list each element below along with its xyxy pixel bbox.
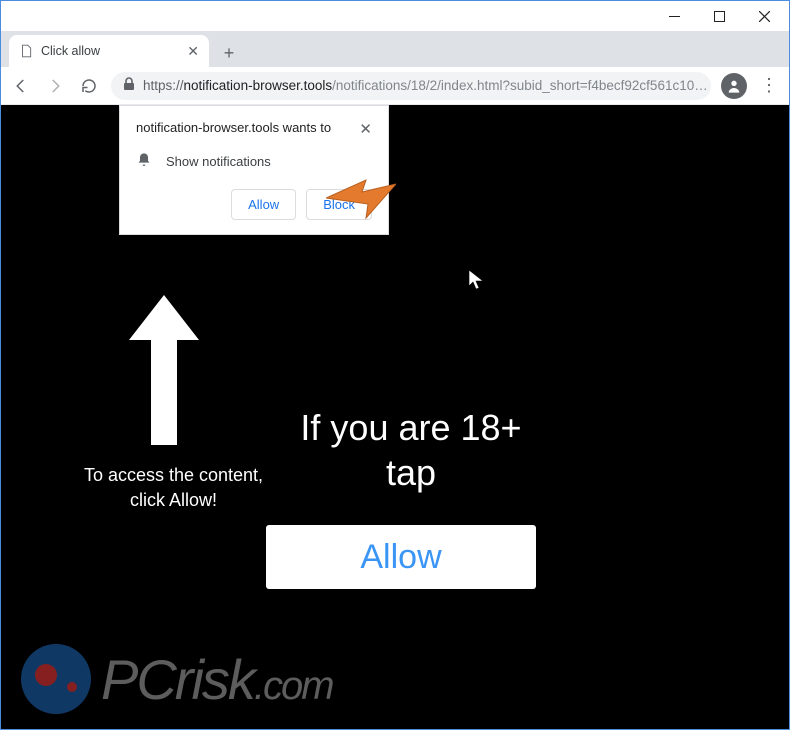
- file-icon: [19, 44, 33, 58]
- headline-line-1: If you are 18+: [300, 407, 521, 448]
- reload-button[interactable]: [77, 74, 101, 98]
- bell-icon: [136, 152, 152, 171]
- minimize-button[interactable]: [652, 2, 697, 30]
- forward-button[interactable]: [43, 74, 67, 98]
- person-icon: [726, 78, 742, 94]
- close-icon: [759, 11, 770, 22]
- url-input[interactable]: https://notification-browser.tools/notif…: [111, 72, 711, 100]
- permission-allow-button[interactable]: Allow: [231, 189, 296, 220]
- permission-item: Show notifications: [136, 152, 372, 171]
- browser-window: Click allow ✕ + https://notification-bro…: [0, 0, 790, 730]
- up-arrow-icon: [129, 295, 199, 445]
- new-tab-button[interactable]: +: [215, 39, 243, 67]
- permission-close-button[interactable]: ✕: [359, 120, 372, 138]
- headline-line-2: tap: [386, 452, 436, 493]
- active-tab[interactable]: Click allow ✕: [9, 35, 209, 67]
- tab-close-button[interactable]: ✕: [187, 43, 199, 60]
- pointer-arrow-icon: [326, 170, 396, 230]
- page-viewport: notification-browser.tools wants to ✕ Sh…: [1, 105, 789, 729]
- back-button[interactable]: [9, 74, 33, 98]
- maximize-icon: [714, 11, 725, 22]
- close-window-button[interactable]: [742, 2, 787, 30]
- window-titlebar: [1, 1, 789, 31]
- permission-origin-text: notification-browser.tools wants to: [136, 120, 331, 135]
- url-protocol: https://: [143, 78, 184, 93]
- url-path: /notifications/18/2/index.html?subid_sho…: [332, 78, 708, 93]
- caption-line-2: click Allow!: [130, 490, 217, 510]
- permission-item-label: Show notifications: [166, 154, 271, 169]
- minimize-icon: [669, 16, 680, 17]
- caption-line-1: To access the content,: [84, 465, 263, 485]
- menu-button[interactable]: ⋮: [757, 75, 781, 96]
- url-host: notification-browser.tools: [184, 78, 333, 93]
- cursor-icon: [469, 270, 483, 295]
- watermark-text: PCrisk.com: [101, 647, 333, 712]
- address-bar: https://notification-browser.tools/notif…: [1, 67, 789, 105]
- profile-button[interactable]: [721, 73, 747, 99]
- watermark-logo-icon: [21, 644, 91, 714]
- reload-icon: [80, 77, 98, 95]
- tab-title: Click allow: [41, 44, 100, 58]
- allow-big-button[interactable]: Allow: [266, 525, 536, 589]
- lock-icon: [123, 77, 135, 94]
- age-gate-headline: If you are 18+ tap: [261, 405, 561, 495]
- arrow-right-icon: [46, 77, 64, 95]
- tab-strip: Click allow ✕ +: [1, 31, 789, 67]
- watermark: PCrisk.com: [21, 644, 333, 714]
- url-text: https://notification-browser.tools/notif…: [143, 78, 708, 93]
- maximize-button[interactable]: [697, 2, 742, 30]
- instruction-caption: To access the content, click Allow!: [56, 463, 291, 513]
- arrow-left-icon: [12, 77, 30, 95]
